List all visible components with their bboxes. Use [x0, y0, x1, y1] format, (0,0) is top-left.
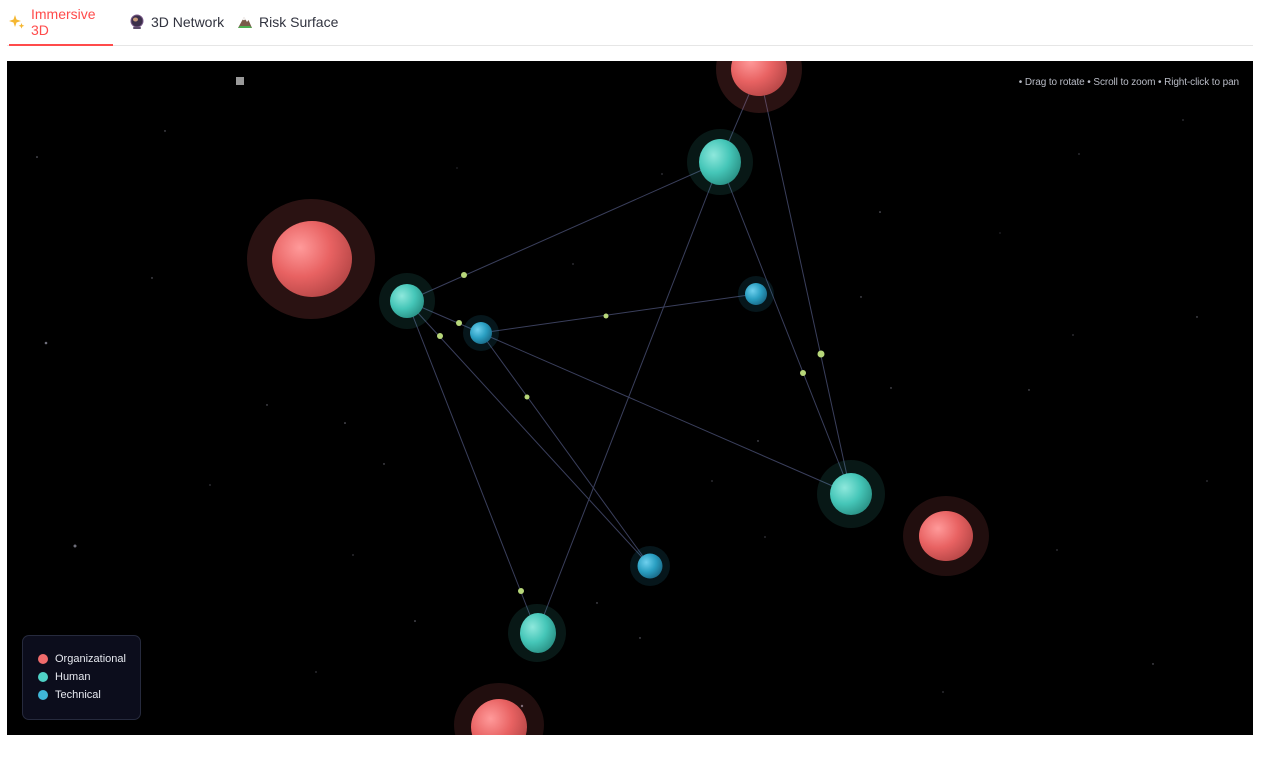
- legend-swatch: [38, 654, 48, 664]
- node-technical[interactable]: [738, 276, 774, 312]
- node-human[interactable]: [508, 604, 566, 662]
- technical-nodes: [463, 276, 774, 586]
- tab-label: Immersive 3D: [31, 6, 96, 38]
- globe-icon: [129, 14, 145, 30]
- tab-risk-surface[interactable]: Risk Surface: [237, 0, 338, 44]
- legend-label: Technical: [55, 689, 101, 701]
- legend-label: Organizational: [55, 653, 126, 665]
- edges: [406, 70, 852, 634]
- organizational-nodes: [247, 61, 989, 735]
- legend-item-human: Human: [38, 671, 90, 683]
- mountain-icon: [237, 14, 253, 30]
- node-technical[interactable]: [463, 315, 499, 351]
- legend-item-technical: Technical: [38, 689, 101, 701]
- 3d-scene-canvas[interactable]: • Drag to rotate • Scroll to zoom • Righ…: [7, 61, 1253, 735]
- legend-swatch: [38, 672, 48, 682]
- tab-label: 3D Network: [151, 14, 225, 30]
- node-organizational[interactable]: [247, 199, 375, 319]
- network-graph: [36, 61, 1208, 735]
- node-human[interactable]: [379, 273, 435, 329]
- tab-immersive-3d[interactable]: Immersive 3D: [9, 0, 113, 46]
- tab-label: Risk Surface: [259, 14, 339, 30]
- settings-toggle-icon[interactable]: [236, 77, 244, 85]
- tab-bar: Immersive 3D 3D Network Risk Surface: [7, 0, 1253, 46]
- node-organizational[interactable]: [903, 496, 989, 576]
- node-organizational[interactable]: [716, 61, 802, 113]
- legend: Organizational Human Technical: [22, 635, 141, 720]
- node-technical[interactable]: [630, 546, 670, 586]
- legend-label: Human: [55, 671, 91, 683]
- legend-item-organizational: Organizational: [38, 653, 126, 665]
- node-human[interactable]: [817, 460, 885, 528]
- node-organizational[interactable]: [454, 683, 544, 735]
- sparkles-icon: [9, 14, 25, 30]
- tab-3d-network[interactable]: 3D Network: [129, 0, 224, 44]
- node-human[interactable]: [687, 129, 753, 195]
- legend-swatch: [38, 690, 48, 700]
- human-nodes: [379, 129, 885, 662]
- controls-hint: • Drag to rotate • Scroll to zoom • Righ…: [1018, 77, 1239, 88]
